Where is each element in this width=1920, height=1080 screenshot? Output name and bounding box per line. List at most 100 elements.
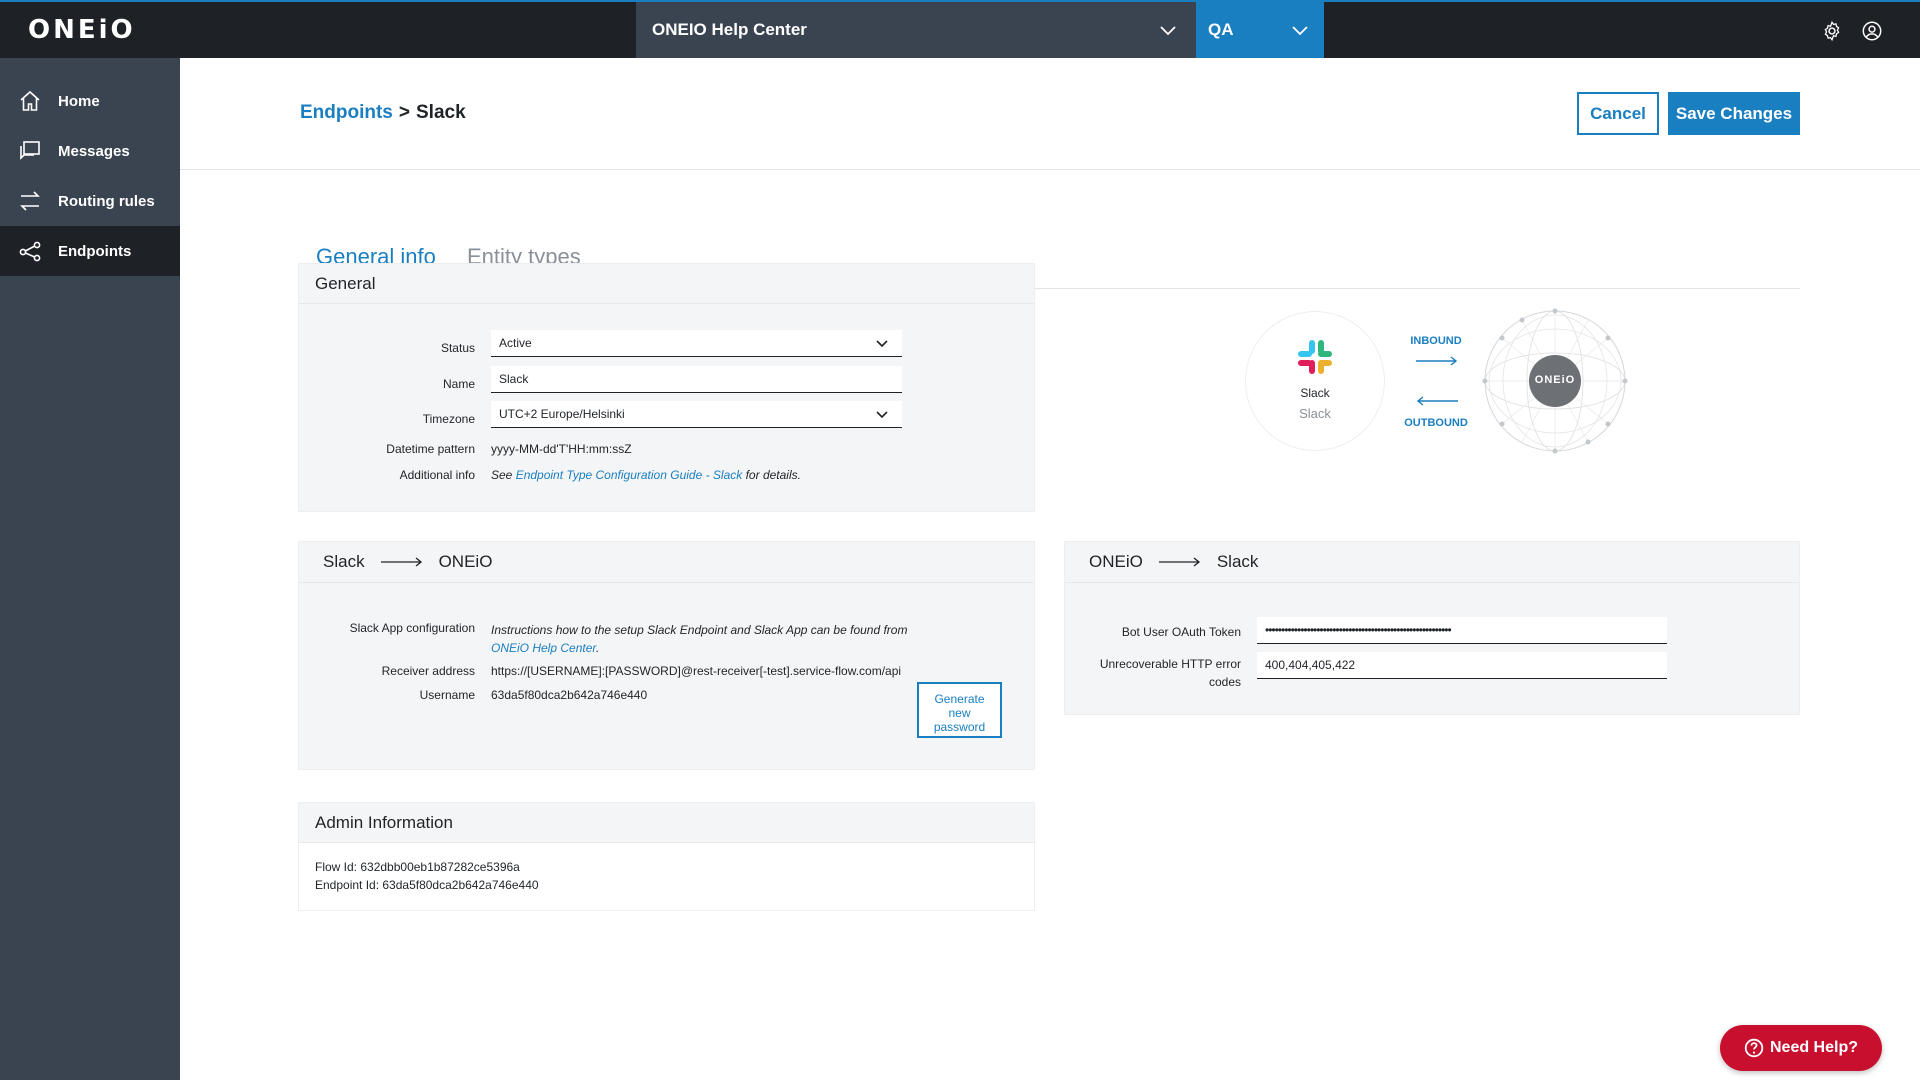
app-config-label: Slack App configuration <box>349 621 475 635</box>
environment-select[interactable]: QA <box>1196 2 1324 58</box>
sidebar-item-messages[interactable]: Messages <box>0 126 180 176</box>
sidebar-item-routing-rules[interactable]: Routing rules <box>0 176 180 226</box>
config-guide-link[interactable]: Endpoint Type Configuration Guide - Slac… <box>516 468 743 482</box>
admin-information-panel: Admin Information Flow Id: 632dbb00eb1b8… <box>298 802 1035 911</box>
additional-info-label: Additional info <box>399 468 475 482</box>
outbound-from: ONEiO <box>1089 552 1143 571</box>
gear-icon[interactable] <box>1821 20 1843 42</box>
receiver-address-value: https://[USERNAME]:[PASSWORD]@rest-recei… <box>491 664 902 678</box>
generate-password-text: password <box>933 719 986 734</box>
app-config-end: . <box>595 641 600 655</box>
main-content: Endpoints > Slack Cancel Save Changes Gene… <box>180 58 1920 1080</box>
generate-password-text: new <box>948 705 971 720</box>
http-error-codes-label-text: Unrecoverable HTTP error <box>1099 657 1241 671</box>
sidebar-item-label: Routing rules <box>58 192 155 210</box>
chevron-down-icon <box>876 411 888 419</box>
additional-info-text-end: for details. <box>742 468 801 482</box>
additional-info-text: See <box>491 468 516 482</box>
chevron-down-icon <box>876 340 888 348</box>
endpoint-node-name: Slack <box>1300 386 1330 400</box>
bot-token-input[interactable]: ••••••••••••••••••••••••••••••••••••••••… <box>1257 617 1667 644</box>
inbound-panel: Slack ONEiO Slack App configuration Inst… <box>298 541 1035 770</box>
username-label: Username <box>419 688 475 702</box>
arrow-right-icon <box>1158 557 1200 567</box>
inbound-from: Slack <box>323 552 365 571</box>
hub-logo-text: ONEiO <box>1534 374 1576 386</box>
arrow-right-icon <box>380 557 422 567</box>
name-input[interactable]: Slack <box>491 366 902 393</box>
help-center-link[interactable]: ONEiO Help Center <box>491 641 596 655</box>
home-icon <box>18 89 42 113</box>
timezone-select-value: UTC+2 Europe/Helsinki <box>499 407 625 421</box>
receiver-address-label: Receiver address <box>381 664 475 678</box>
endpoint-id: Endpoint Id: 63da5f80dca2b642a746e440 <box>315 878 539 892</box>
endpoint-node[interactable]: Slack Slack <box>1246 312 1384 450</box>
messages-icon <box>18 139 42 163</box>
sidebar-item-label: Endpoints <box>58 242 132 260</box>
breadcrumb-separator: > <box>398 102 410 123</box>
chevron-down-icon <box>1292 26 1308 36</box>
oneio-hub-node: ONEiO <box>1482 308 1628 454</box>
need-help-label: Need Help? <box>1769 1039 1858 1056</box>
http-error-codes-label: Unrecoverable HTTP error codes <box>1085 655 1241 691</box>
sidebar: Home Messages Routing rules Endpoints <box>0 58 180 1080</box>
outbound-label: OUTBOUND <box>1404 417 1468 429</box>
sidebar-item-label: Messages <box>58 142 130 160</box>
routing-icon <box>18 189 42 213</box>
need-help-button[interactable]: Need Help? <box>1720 1025 1882 1071</box>
outbound-panel: ONEiO Slack Bot User OAuth Token •••••••… <box>1064 541 1800 715</box>
top-bar: ONEiO ONEIO Help Center QA <box>0 0 1920 58</box>
status-select[interactable]: Active <box>491 330 902 357</box>
arrow-right-icon <box>1416 356 1458 366</box>
breadcrumb-endpoints-link[interactable]: Endpoints <box>300 102 393 123</box>
timezone-select[interactable]: UTC+2 Europe/Helsinki <box>491 401 902 428</box>
outbound-panel-title: ONEiO Slack <box>1089 542 1258 582</box>
sidebar-item-label: Home <box>58 92 100 110</box>
save-changes-button[interactable]: Save Changes <box>1668 92 1800 135</box>
bot-token-label: Bot User OAuth Token <box>1121 625 1241 639</box>
organization-select-value: ONEIO Help Center <box>652 20 807 39</box>
username-value: 63da5f80dca2b642a746e440 <box>491 688 648 702</box>
breadcrumb-current: Slack <box>416 102 466 123</box>
bot-token-value: ••••••••••••••••••••••••••••••••••••••••… <box>1265 623 1452 637</box>
organization-select[interactable]: ONEIO Help Center <box>636 2 1196 58</box>
question-circle-icon <box>1744 1038 1764 1058</box>
general-panel: General Status Active Name Slack Timezon… <box>298 263 1035 512</box>
chevron-down-icon <box>1160 26 1176 36</box>
timezone-label: Timezone <box>422 412 475 426</box>
logo-text: ONEiO <box>28 15 136 45</box>
environment-select-value: QA <box>1208 20 1234 39</box>
sidebar-item-endpoints[interactable]: Endpoints <box>0 226 180 276</box>
general-panel-title: General <box>299 264 1034 304</box>
name-input-value: Slack <box>499 372 529 386</box>
http-error-codes-input[interactable]: 400,404,405,422 <box>1257 652 1667 679</box>
app-config-value: Instructions how to the setup Slack Endp… <box>491 621 911 657</box>
slack-logo-icon <box>1298 340 1332 374</box>
generate-password-text: Generate <box>934 691 985 706</box>
breadcrumb: Endpoints > Slack <box>300 102 466 124</box>
name-label: Name <box>442 377 475 391</box>
inbound-panel-title: Slack ONEiO <box>323 542 492 582</box>
generate-password-button[interactable]: Generate new password <box>917 682 1002 738</box>
flow-id: Flow Id: 632dbb00eb1b87282ce5396a <box>315 860 520 874</box>
status-label: Status <box>440 341 475 355</box>
arrow-left-icon <box>1416 396 1458 406</box>
admin-panel-title: Admin Information <box>299 803 1034 843</box>
outbound-to: Slack <box>1216 552 1259 571</box>
inbound-label: INBOUND <box>1410 335 1462 347</box>
user-account-icon[interactable] <box>1861 20 1883 42</box>
endpoints-icon <box>18 239 42 263</box>
additional-info-value: See Endpoint Type Configuration Guide - … <box>491 468 801 482</box>
endpoint-node-type: Slack <box>1299 406 1331 421</box>
integration-diagram: Slack Slack INBOUND OUTBOUND ONEiO <box>1246 302 1636 462</box>
sidebar-item-home[interactable]: Home <box>0 76 180 126</box>
datetime-pattern-value: yyyy-MM-dd'T'HH:mm:ssZ <box>491 442 632 456</box>
http-error-codes-label-text: codes <box>1208 675 1241 689</box>
inbound-to: ONEiO <box>438 552 493 571</box>
app-config-text: Instructions how to the setup Slack Endp… <box>491 623 908 637</box>
oneio-logo[interactable]: ONEiO <box>28 15 136 45</box>
status-select-value: Active <box>499 336 532 350</box>
cancel-button[interactable]: Cancel <box>1577 92 1659 135</box>
datetime-pattern-label: Datetime pattern <box>386 442 475 456</box>
page-header: Endpoints > Slack Cancel Save Changes <box>180 58 1920 170</box>
